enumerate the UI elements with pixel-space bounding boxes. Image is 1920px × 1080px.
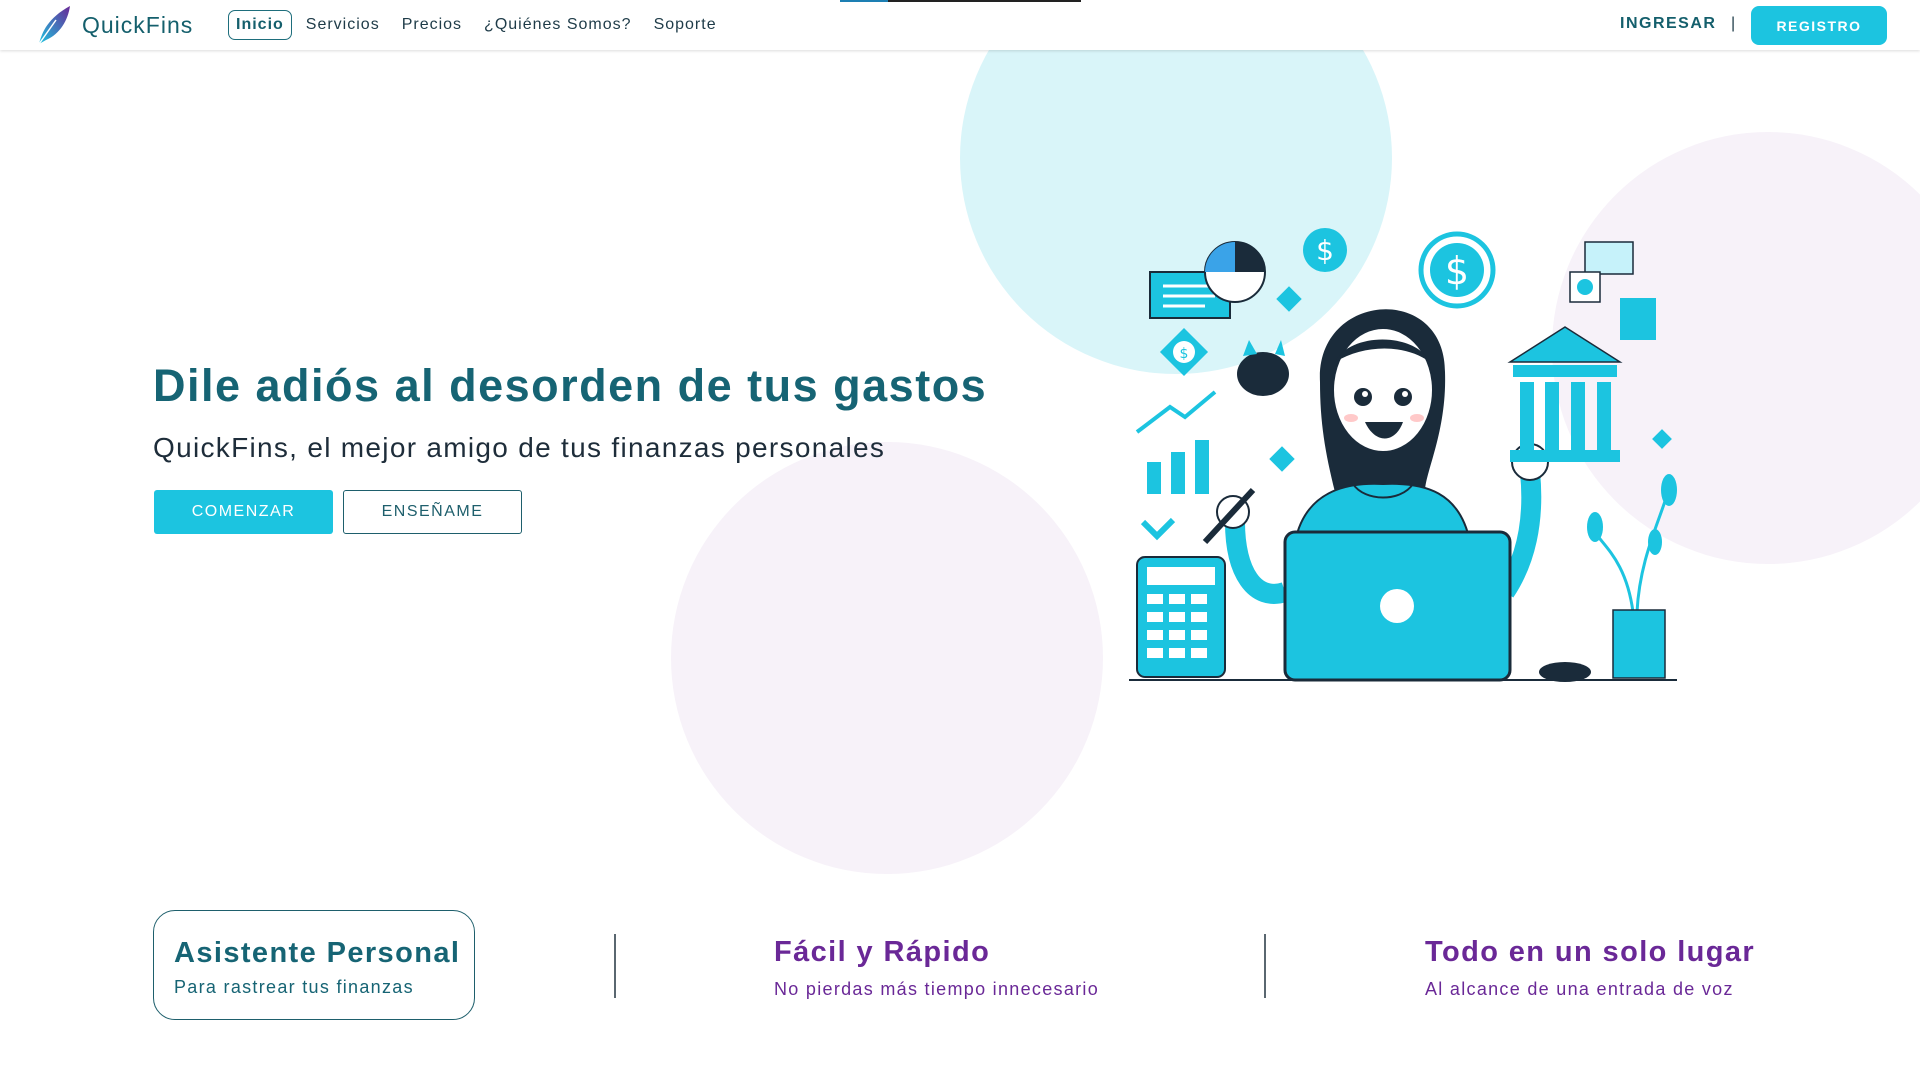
nav-separator: | — [1731, 15, 1736, 32]
feature-card-easy-fast[interactable]: Fácil y Rápido No pierdas más tiempo inn… — [774, 936, 1099, 1000]
hero-subtitle: QuickFins, el mejor amigo de tus finanza… — [153, 432, 886, 463]
brand-logo[interactable]: QuickFins — [34, 4, 193, 46]
svg-text:$: $ — [1316, 234, 1334, 267]
start-button[interactable]: COMENZAR — [154, 490, 333, 534]
nav-item-soporte[interactable]: Soporte — [646, 10, 725, 40]
feature-subtitle: Para rastrear tus finanzas — [174, 977, 414, 997]
feature-title: Todo en un solo lugar — [1425, 936, 1756, 968]
nav-item-servicios[interactable]: Servicios — [298, 10, 388, 40]
feather-logo-icon — [38, 6, 70, 45]
feature-card-personal-assistant[interactable]: Asistente Personal Para rastrear tus fin… — [153, 910, 475, 1020]
feature-subtitle: Al alcance de una entrada de voz — [1425, 979, 1734, 999]
hero-illustration: $ $ $ — [1129, 228, 1677, 682]
feature-divider — [1264, 934, 1266, 998]
feature-title: Fácil y Rápido — [774, 936, 991, 968]
main-nav: Inicio Servicios Precios ¿Quiénes Somos?… — [228, 10, 731, 40]
feature-card-all-in-one[interactable]: Todo en un solo lugar Al alcance de una … — [1425, 936, 1755, 1000]
nav-item-inicio[interactable]: Inicio — [228, 10, 292, 40]
nav-item-precios[interactable]: Precios — [394, 10, 470, 40]
svg-text:$: $ — [1445, 249, 1469, 293]
feature-divider — [614, 934, 616, 998]
feature-title: Asistente Personal — [174, 937, 461, 969]
hero-title: Dile adiós al desorden de tus gastos — [153, 360, 988, 411]
svg-text:$: $ — [1180, 346, 1189, 362]
page-progress-bar — [840, 0, 1081, 2]
register-button[interactable]: REGISTRO — [1751, 6, 1887, 45]
bg-circle-lavender-center — [671, 442, 1103, 874]
login-link[interactable]: INGRESAR — [1620, 15, 1716, 33]
navbar: QuickFins Inicio Servicios Precios ¿Quié… — [0, 0, 1920, 50]
feature-subtitle: No pierdas más tiempo innecesario — [774, 979, 1100, 999]
page-progress-fill — [840, 0, 889, 2]
brand-name: QuickFins — [82, 11, 194, 38]
nav-item-quienes-somos[interactable]: ¿Quiénes Somos? — [476, 10, 640, 40]
show-me-button[interactable]: ENSEÑAME — [343, 490, 522, 534]
